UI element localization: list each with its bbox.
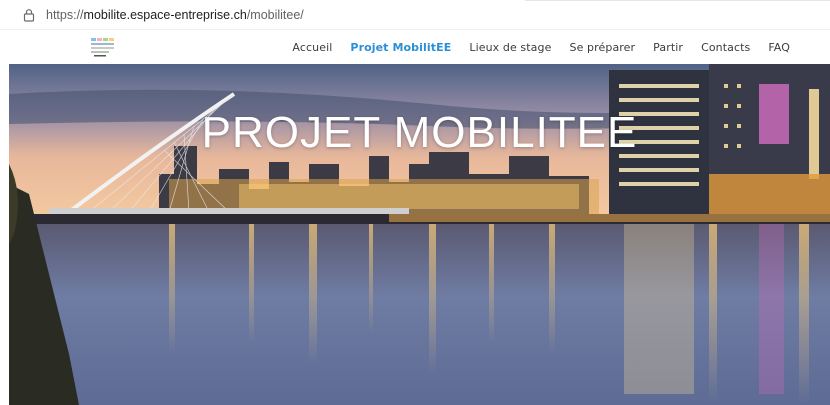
nav-faq[interactable]: FAQ — [768, 41, 790, 54]
nav-accueil[interactable]: Accueil — [292, 41, 332, 54]
hero-banner: PROJET MOBILITEE — [9, 64, 830, 405]
site-header: Accueil Projet MobilitEE Lieux de stage … — [0, 30, 830, 64]
url-path: /mobilitee/ — [246, 7, 304, 22]
main-navigation: Accueil Projet MobilitEE Lieux de stage … — [274, 30, 790, 64]
nav-contacts[interactable]: Contacts — [701, 41, 750, 54]
hero-title: PROJET MOBILITEE — [201, 108, 638, 157]
nav-se-preparer[interactable]: Se préparer — [569, 41, 635, 54]
browser-address-bar[interactable]: https://mobilite.espace-entreprise.ch/mo… — [0, 0, 830, 30]
nav-projet-mobilitee[interactable]: Projet MobilitEE — [350, 41, 451, 54]
nav-partir[interactable]: Partir — [653, 41, 683, 54]
address-bar-divider — [525, 0, 830, 1]
nav-lieux-de-stage[interactable]: Lieux de stage — [469, 41, 551, 54]
url-scheme: https:// — [46, 7, 84, 22]
lock-icon — [23, 8, 35, 22]
url-text[interactable]: https://mobilite.espace-entreprise.ch/mo… — [46, 8, 304, 22]
site-logo-icon[interactable] — [88, 36, 118, 58]
url-host: mobilite.espace-entreprise.ch — [83, 7, 247, 22]
